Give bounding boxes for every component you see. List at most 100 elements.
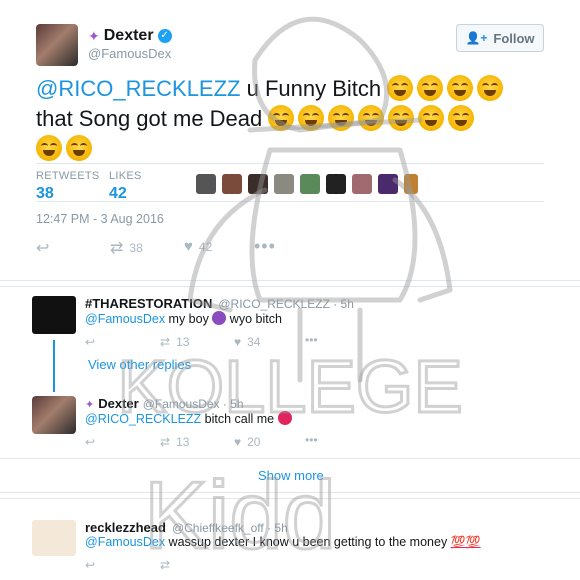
laughing-emoji-icon — [328, 105, 355, 131]
reply-2-avatar[interactable] — [32, 396, 76, 434]
add-user-icon: 👤+ — [465, 31, 488, 45]
reply-2-name[interactable]: Dexter — [98, 396, 138, 411]
author-name-row[interactable]: ✦ Dexter ✓ — [88, 27, 172, 45]
tweet-mention[interactable]: @RICO_RECKLEZZ — [36, 76, 240, 101]
liker-avatar[interactable] — [196, 174, 216, 194]
reply-2-more-action[interactable]: ••• — [305, 433, 318, 447]
reply-1-text-after: wyo bitch — [226, 312, 282, 326]
liker-avatar[interactable] — [404, 174, 418, 194]
retweets-label: RETWEETS — [36, 170, 100, 182]
liker-avatar[interactable] — [326, 174, 346, 194]
reply-1-name[interactable]: #THARESTORATION — [85, 296, 212, 311]
laughing-emoji-icon — [66, 135, 92, 161]
reply-1-like-action[interactable]: ♥ 34 — [234, 335, 260, 349]
stats-bottom-divider — [36, 201, 544, 202]
reply-3-reply-action[interactable]: ↩ — [85, 558, 95, 572]
reply-3-header: recklezzhead @Chieffkeefk_off · 5h — [85, 520, 288, 535]
reply-2-text: @RICO_RECKLEZZ bitch call me — [85, 411, 292, 426]
sparkle-icon: ✦ — [85, 399, 95, 411]
reply-1-avatar[interactable] — [32, 296, 76, 334]
reply-3-handle[interactable]: @Chieffkeefk_off · 5h — [172, 521, 288, 535]
reply-1-retweet-count: 13 — [176, 335, 190, 349]
reply-3-mention[interactable]: @FamousDex — [85, 535, 165, 549]
angry-emoji-icon — [277, 411, 292, 425]
retweet-action[interactable]: ⇄ 38 — [110, 238, 143, 258]
devil-emoji-icon — [212, 311, 227, 325]
likes-stat[interactable]: LIKES 42 — [109, 170, 142, 203]
show-more-bottom-divider — [0, 492, 580, 493]
reply-action[interactable]: ↩ — [36, 238, 49, 258]
retweet-icon: ⇄ — [160, 435, 171, 449]
hundred-emoji-icon: 💯💯 — [450, 535, 481, 549]
thread-connector — [53, 340, 55, 392]
view-other-replies-link[interactable]: View other replies — [88, 357, 191, 372]
follow-button-label: Follow — [493, 30, 535, 46]
tweet-timestamp[interactable]: 12:47 PM - 3 Aug 2016 — [36, 212, 164, 226]
tweet-text-part-2: that Song got me Dead — [36, 106, 269, 131]
heart-icon: ♥ — [184, 238, 193, 255]
reply-2-text-part: bitch call me — [201, 412, 278, 426]
reply-1-retweet-action[interactable]: ⇄ 13 — [160, 335, 189, 349]
reply-1-header: #THARESTORATION @RICO_RECKLEZZ · 5h — [85, 296, 354, 311]
laughing-emoji-icon — [477, 75, 504, 101]
follow-button[interactable]: 👤+ Follow — [456, 24, 544, 52]
liker-avatar[interactable] — [300, 174, 320, 194]
reply-3-retweet-action[interactable]: ⇄ — [160, 558, 170, 572]
reply-icon: ↩ — [36, 240, 50, 257]
reply-1-reply-action[interactable]: ↩ — [85, 335, 95, 349]
laughing-emoji-icon — [388, 105, 415, 131]
reply-1-mention[interactable]: @FamousDex — [85, 312, 165, 326]
laughing-emoji-icon — [268, 105, 295, 131]
reply-2-retweet-action[interactable]: ⇄ 13 — [160, 435, 189, 449]
more-dots-icon: ••• — [305, 433, 318, 447]
reply-1-more-action[interactable]: ••• — [305, 333, 318, 347]
retweets-stat[interactable]: RETWEETS 38 — [36, 170, 100, 203]
reply-2-mention[interactable]: @RICO_RECKLEZZ — [85, 412, 201, 426]
heart-icon: ♥ — [234, 435, 242, 449]
stats-top-divider — [36, 163, 544, 164]
liker-avatar[interactable] — [222, 174, 242, 194]
like-action[interactable]: ♥ 42 — [184, 238, 212, 255]
show-more-top-divider — [0, 458, 580, 459]
liker-avatar[interactable] — [378, 174, 398, 194]
liker-avatar[interactable] — [352, 174, 372, 194]
reply-2-handle[interactable]: @FamousDex · 5h — [143, 397, 244, 411]
laughing-emoji-icon — [417, 75, 444, 101]
heart-icon: ♥ — [234, 335, 242, 349]
reply-2-reply-action[interactable]: ↩ — [85, 435, 95, 449]
reply-icon: ↩ — [85, 435, 96, 449]
reply-3-avatar[interactable] — [32, 520, 76, 556]
reply-icon: ↩ — [85, 335, 96, 349]
section-divider-2 — [0, 286, 580, 287]
sparkle-icon: ✦ — [88, 27, 100, 44]
reply-2-like-count: 20 — [247, 435, 261, 449]
laughing-emoji-icon — [298, 105, 325, 131]
reply-2-like-action[interactable]: ♥ 20 — [234, 435, 260, 449]
author-avatar[interactable] — [36, 24, 78, 66]
reply-2-retweet-count: 13 — [176, 435, 190, 449]
reply-1-handle[interactable]: @RICO_RECKLEZZ · 5h — [218, 297, 354, 311]
laughing-emoji-icon — [36, 135, 62, 161]
liker-avatar[interactable] — [274, 174, 294, 194]
reply-3-text: @FamousDex wassup dexter I know u been g… — [85, 535, 481, 549]
reply-3-name[interactable]: recklezzhead — [85, 520, 166, 535]
more-action[interactable]: ••• — [254, 236, 276, 257]
reply-1-text: @FamousDex my boy wyo bitch — [85, 311, 282, 326]
likes-label: LIKES — [109, 170, 142, 182]
like-action-count: 42 — [198, 239, 213, 254]
laughing-emoji-icon — [418, 105, 445, 131]
show-more-link[interactable]: Show more — [258, 468, 324, 483]
reply-1-like-count: 34 — [247, 335, 261, 349]
author-display-name: Dexter — [103, 27, 154, 44]
reply-3-text-part: wassup dexter I know u been getting to t… — [165, 535, 451, 549]
reply-2-header: ✦ Dexter @FamousDex · 5h — [85, 396, 244, 411]
tweet-text: @RICO_RECKLEZZ u Funny Bitch that Song g… — [36, 74, 546, 164]
author-handle[interactable]: @FamousDex — [88, 46, 171, 61]
more-dots-icon: ••• — [305, 333, 318, 347]
likers-avatars — [196, 174, 418, 194]
laughing-emoji-icon — [358, 105, 385, 131]
retweet-action-count: 38 — [129, 241, 143, 255]
reply-icon: ↩ — [85, 558, 96, 572]
reply-1-text-part: my boy — [165, 312, 213, 326]
liker-avatar[interactable] — [248, 174, 268, 194]
